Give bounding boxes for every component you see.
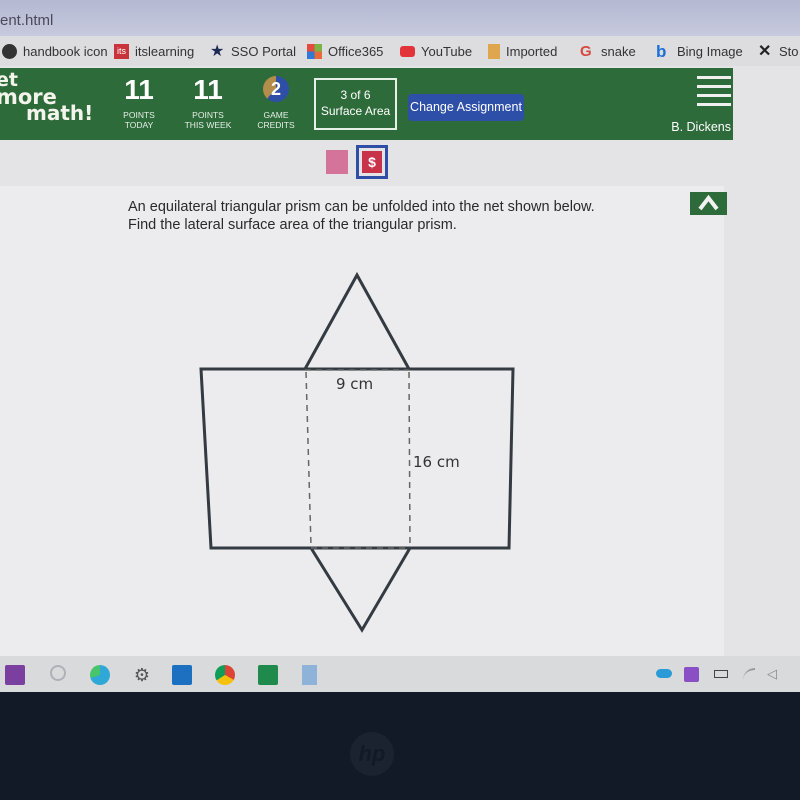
edge-icon[interactable] <box>90 665 110 685</box>
calculator-icon[interactable] <box>302 665 317 685</box>
excel-icon[interactable] <box>258 665 278 685</box>
height-label: 16 cm <box>413 453 460 471</box>
snipping-icon[interactable] <box>50 665 66 681</box>
wifi-icon[interactable] <box>743 668 755 680</box>
screen: ent.html handbook icon its itslearning ★… <box>0 0 800 692</box>
fold-line-left <box>305 371 312 547</box>
battery-icon[interactable] <box>714 670 728 678</box>
bottom-triangle <box>308 546 413 633</box>
prism-net-diagram: 9 cm 16 cm <box>199 271 515 633</box>
onenote-tray-icon[interactable] <box>684 667 699 682</box>
taskbar: ⚙ ◁ <box>0 656 800 692</box>
chrome-icon[interactable] <box>215 665 235 685</box>
left-rectangle <box>199 367 311 550</box>
laptop-bezel: hp <box>0 692 800 800</box>
hp-logo: hp <box>350 732 394 776</box>
onenote-icon[interactable] <box>5 665 25 685</box>
fold-line-right <box>408 371 411 547</box>
base-label: 9 cm <box>336 375 373 393</box>
outlook-icon[interactable] <box>172 665 192 685</box>
onedrive-icon[interactable] <box>656 669 672 678</box>
volume-icon[interactable]: ◁ <box>767 666 787 686</box>
top-triangle <box>302 271 412 371</box>
settings-icon[interactable]: ⚙ <box>132 665 152 685</box>
